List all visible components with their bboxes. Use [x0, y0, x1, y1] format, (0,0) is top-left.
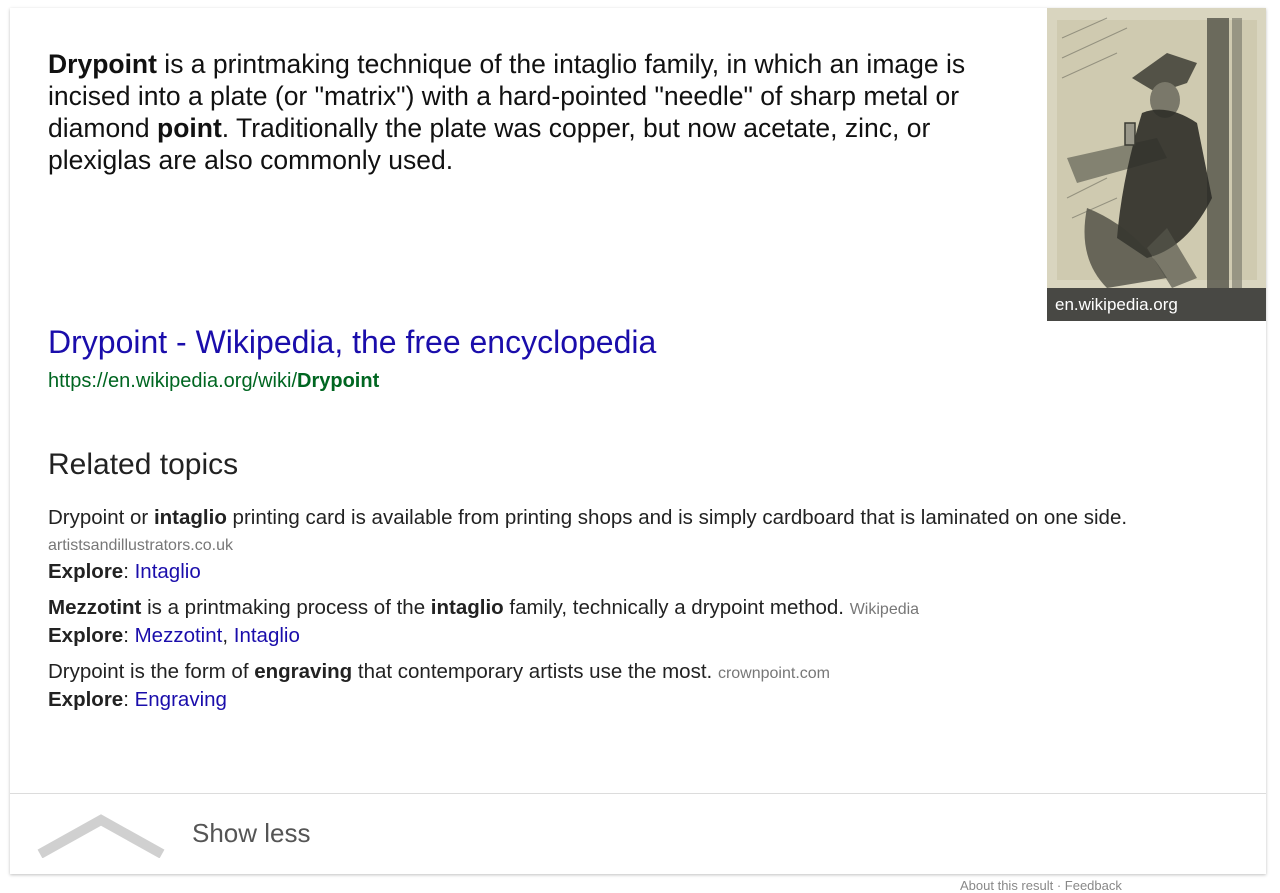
related-item-text: printing card is available from printing… — [226, 506, 1128, 529]
related-item-mezzotint: Mezzotint is a printmaking process of th… — [48, 595, 1208, 649]
explore-label: Explore — [48, 560, 124, 583]
related-item-engraving: Drypoint is the form of engraving that c… — [48, 659, 1208, 713]
explore-link-engraving[interactable]: Engraving — [135, 688, 227, 711]
related-item-bold: intaglio — [153, 506, 227, 529]
result-url-bold: Drypoint — [297, 370, 380, 392]
related-item-bold: engraving — [254, 660, 353, 683]
related-item-source: artistsandillustrators.co.uk — [48, 537, 233, 554]
explore-line: Explore: Engraving — [48, 688, 227, 711]
result-url-prefix: https://en.wikipedia.org/wiki/ — [48, 370, 298, 392]
explore-label: Explore — [48, 624, 124, 647]
related-item-text: Drypoint is the form of — [48, 660, 255, 683]
show-less-label: Show less — [192, 818, 311, 848]
result-title-link[interactable]: Drypoint - Wikipedia, the free encyclope… — [48, 322, 656, 362]
explore-link-mezzotint[interactable]: Mezzotint — [135, 624, 223, 647]
chevron-up-icon — [37, 814, 165, 858]
drypoint-artwork-icon — [1047, 8, 1266, 321]
show-less-button[interactable]: Show less — [10, 794, 1266, 874]
related-item-drypoint-card: Drypoint or intaglio printing card is av… — [48, 505, 1208, 585]
image-source-caption: en.wikipedia.org — [1047, 288, 1266, 321]
related-item-text: is a printmaking process of the — [141, 596, 431, 619]
knowledge-card: Drypoint is a printmaking technique of t… — [10, 8, 1266, 874]
related-item-text: Drypoint or — [48, 506, 154, 529]
related-item-bold: intaglio — [430, 596, 504, 619]
drypoint-image[interactable]: en.wikipedia.org — [1047, 8, 1266, 321]
snippet-point: point — [157, 113, 222, 143]
result-url: https://en.wikipedia.org/wiki/Drypoint — [48, 369, 379, 393]
related-item-lead: Mezzotint — [48, 596, 142, 619]
snippet-term: Drypoint — [48, 49, 157, 79]
explore-line: Explore: Intaglio — [48, 560, 201, 583]
related-item-text: that contemporary artists use the most. — [352, 660, 713, 683]
related-item-source: crownpoint.com — [717, 665, 830, 682]
explore-label: Explore — [48, 688, 124, 711]
explore-line: Explore: Mezzotint, Intaglio — [48, 624, 300, 647]
related-topics-heading: Related topics — [48, 448, 239, 481]
related-item-text: family, technically a drypoint method. — [503, 596, 844, 619]
explore-link-intaglio[interactable]: Intaglio — [135, 560, 201, 583]
related-topics-list: Drypoint or intaglio printing card is av… — [48, 505, 1208, 723]
definition-snippet: Drypoint is a printmaking technique of t… — [48, 48, 1028, 176]
explore-link-intaglio[interactable]: Intaglio — [234, 624, 300, 647]
related-item-source: Wikipedia — [849, 601, 920, 618]
